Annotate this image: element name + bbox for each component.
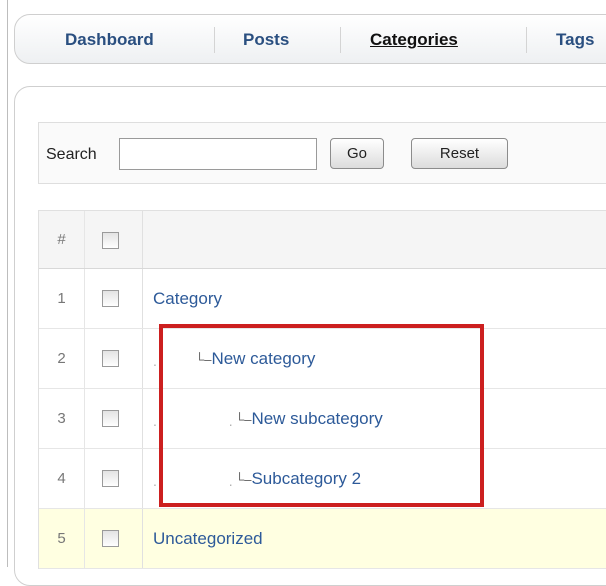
highlight-box (159, 324, 484, 507)
reset-button[interactable]: Reset (411, 138, 508, 169)
row-select-cell (85, 509, 143, 568)
column-header-number: # (39, 211, 85, 268)
go-button[interactable]: Go (330, 138, 384, 169)
row-number: 5 (39, 509, 85, 568)
tab-categories[interactable]: Categories (370, 30, 458, 50)
tab-dashboard[interactable]: Dashboard (65, 30, 154, 50)
tab-separator (526, 27, 527, 53)
row-select-cell (85, 329, 143, 388)
table-header-row: # (39, 211, 606, 269)
row-number: 4 (39, 449, 85, 508)
select-all-checkbox[interactable] (102, 232, 119, 249)
tab-separator (340, 27, 341, 53)
row-select-cell (85, 389, 143, 448)
table-row: 1 Category (39, 269, 606, 329)
row-number: 1 (39, 269, 85, 328)
row-checkbox[interactable] (102, 410, 119, 427)
top-tab-bar: Dashboard Posts Categories Tags (14, 14, 606, 64)
search-label: Search (46, 146, 97, 163)
row-checkbox[interactable] (102, 530, 119, 547)
row-select-cell (85, 449, 143, 508)
row-number: 2 (39, 329, 85, 388)
row-checkbox[interactable] (102, 350, 119, 367)
table-row: 5 Uncategorized (39, 509, 606, 569)
indent-dots: . (153, 353, 157, 369)
category-link[interactable]: Uncategorized (153, 509, 263, 568)
search-input[interactable] (119, 138, 317, 170)
tab-tags[interactable]: Tags (556, 30, 594, 50)
column-header-select (85, 211, 143, 268)
tab-posts[interactable]: Posts (243, 30, 289, 50)
row-number: 3 (39, 389, 85, 448)
page-left-border (7, 0, 8, 567)
tab-separator (214, 27, 215, 53)
row-checkbox[interactable] (102, 470, 119, 487)
category-link[interactable]: Category (153, 269, 222, 328)
row-select-cell (85, 269, 143, 328)
row-checkbox[interactable] (102, 290, 119, 307)
